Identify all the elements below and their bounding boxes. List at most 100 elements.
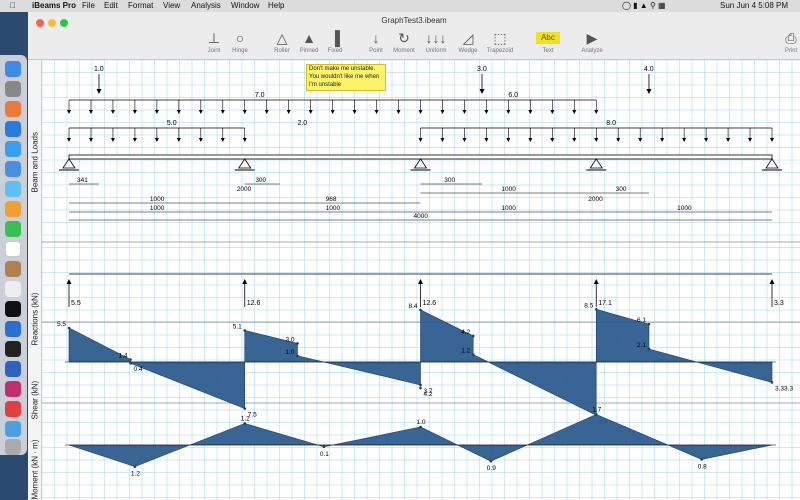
- load-arrowhead: [132, 138, 137, 142]
- terminal-icon[interactable]: [5, 341, 21, 357]
- tool-analyze[interactable]: ▶ Analyze: [574, 28, 610, 54]
- moment-point: [243, 422, 247, 425]
- load-arrowhead: [220, 138, 225, 142]
- dimension-label: 300: [616, 186, 627, 193]
- load-value-label: 2.0: [297, 120, 307, 127]
- tool-trapezoid[interactable]: ⬚ Trapezoid: [482, 28, 518, 54]
- support: [765, 158, 779, 169]
- point-load-label: 1.0: [94, 66, 104, 73]
- menu-help[interactable]: Help: [268, 1, 284, 10]
- xcode-icon[interactable]: [5, 321, 21, 337]
- office-icon[interactable]: [5, 381, 21, 397]
- apple-menu-icon[interactable]: : [10, 1, 16, 10]
- tool-label: Trapezoid: [486, 48, 514, 54]
- fixed-icon: ▐: [330, 30, 340, 46]
- safari-icon[interactable]: [5, 141, 21, 157]
- photos-icon[interactable]: [5, 201, 21, 217]
- notes-icon[interactable]: [5, 261, 21, 277]
- load-arrowhead: [572, 110, 577, 114]
- shear-point: [296, 342, 299, 345]
- tv-icon[interactable]: [5, 301, 21, 317]
- moment-label: 1.0: [417, 419, 426, 426]
- reminders-icon[interactable]: [5, 281, 21, 297]
- trapezoid-load-icon: ⬚: [493, 30, 507, 46]
- calendar-icon[interactable]: [5, 241, 21, 257]
- moment-point: [489, 459, 493, 463]
- load-arrowhead: [484, 138, 489, 142]
- moment-label: 1.2: [131, 471, 140, 478]
- load-arrowhead: [154, 110, 159, 114]
- reaction-value: 3.3: [774, 300, 784, 307]
- dimension-label: 1000: [501, 186, 516, 193]
- shear-label: 8.4: [409, 303, 418, 310]
- tool-wedge[interactable]: ◿ Wedge: [450, 28, 486, 54]
- shear-point: [419, 386, 422, 390]
- shear-label: 1.4: [119, 353, 128, 360]
- load-arrowhead: [550, 110, 555, 114]
- load-value-label: 8.0: [606, 120, 616, 127]
- load-arrowhead: [396, 110, 401, 114]
- dimension-label: 2000: [588, 196, 603, 203]
- menu-view[interactable]: View: [163, 1, 180, 10]
- mail-icon[interactable]: [5, 161, 21, 177]
- tool-label: Text: [542, 48, 554, 54]
- text-note[interactable]: Don't make me unstable. You wouldn't lik…: [306, 64, 386, 92]
- tool-print[interactable]: ⎙ Print: [773, 28, 800, 54]
- menu-edit[interactable]: Edit: [104, 1, 118, 10]
- load-arrowhead: [572, 138, 577, 142]
- load-value-label: 6.0: [508, 92, 518, 99]
- facetime-icon[interactable]: [5, 221, 21, 237]
- beam-drawing[interactable]: 7.0 5.0 8.0 2.0 6.0 1.0 3.0 4.0 341 300 300 300 1000…: [42, 60, 800, 500]
- load-arrowhead: [220, 110, 225, 114]
- app-menu[interactable]: iBeams Pro: [32, 1, 76, 10]
- load-arrowhead: [198, 110, 203, 114]
- uniform-load-icon: ↓↓↓: [425, 30, 447, 46]
- menu-file[interactable]: File: [82, 1, 95, 10]
- menu-format[interactable]: Format: [128, 1, 153, 10]
- load-arrowhead: [308, 110, 313, 114]
- tool-hinge[interactable]: ○ Hinge: [222, 28, 258, 54]
- load-arrowhead: [418, 138, 423, 142]
- printer-icon: ⎙: [785, 30, 797, 46]
- shear-label: 2.1: [637, 342, 646, 349]
- app-store-icon[interactable]: [5, 121, 21, 137]
- section-label-moment: Moment (kN · m): [30, 439, 40, 500]
- reaction-value: 12.6: [247, 300, 261, 307]
- load-arrowhead: [198, 138, 203, 142]
- load-arrowhead: [242, 110, 247, 114]
- reaction-arrowhead: [242, 279, 248, 284]
- ibeams-icon[interactable]: [5, 361, 21, 377]
- app-icon[interactable]: [5, 401, 21, 417]
- shear-point: [243, 329, 247, 332]
- shear-label: 3.0: [285, 336, 294, 343]
- finder-icon[interactable]: [5, 61, 21, 77]
- tool-fixed[interactable]: ▐ Fixed: [317, 28, 353, 54]
- point-load-arrowhead: [479, 89, 485, 94]
- moment-point: [419, 425, 422, 429]
- tool-moment[interactable]: ↻ Moment: [386, 28, 422, 54]
- folder-icon[interactable]: [5, 421, 21, 437]
- shear-point: [129, 358, 132, 361]
- launchpad-icon[interactable]: [5, 101, 21, 117]
- settings-icon[interactable]: [5, 81, 21, 97]
- moment-point: [133, 465, 137, 468]
- load-arrowhead: [110, 138, 115, 142]
- dimension-label: 341: [77, 177, 88, 184]
- support: [413, 158, 428, 169]
- tool-text[interactable]: Abc Text: [530, 28, 566, 54]
- menu-analysis[interactable]: Analysis: [191, 1, 221, 10]
- load-arrowhead: [748, 138, 753, 142]
- shear-label: 4.2: [424, 391, 433, 398]
- load-arrowhead: [67, 138, 71, 142]
- maps-icon[interactable]: [5, 181, 21, 197]
- load-arrowhead: [264, 110, 269, 114]
- trash-icon[interactable]: [5, 439, 21, 455]
- title-bar: GraphTest3.ibeam ⊥ Joint ○ Hinge △ Roller ▲ Pin…: [28, 12, 800, 60]
- tool-uniform[interactable]: ↓↓↓ Uniform: [418, 28, 454, 54]
- load-arrowhead: [440, 138, 445, 142]
- dimension-label: 2000: [237, 186, 252, 193]
- menu-window[interactable]: Window: [231, 1, 259, 10]
- load-arrowhead: [594, 110, 599, 114]
- drawing-canvas[interactable]: 7.0 5.0 8.0 2.0 6.0 1.0 3.0 4.0 341 300 300 300 1000…: [42, 60, 800, 500]
- moment-point: [594, 413, 598, 416]
